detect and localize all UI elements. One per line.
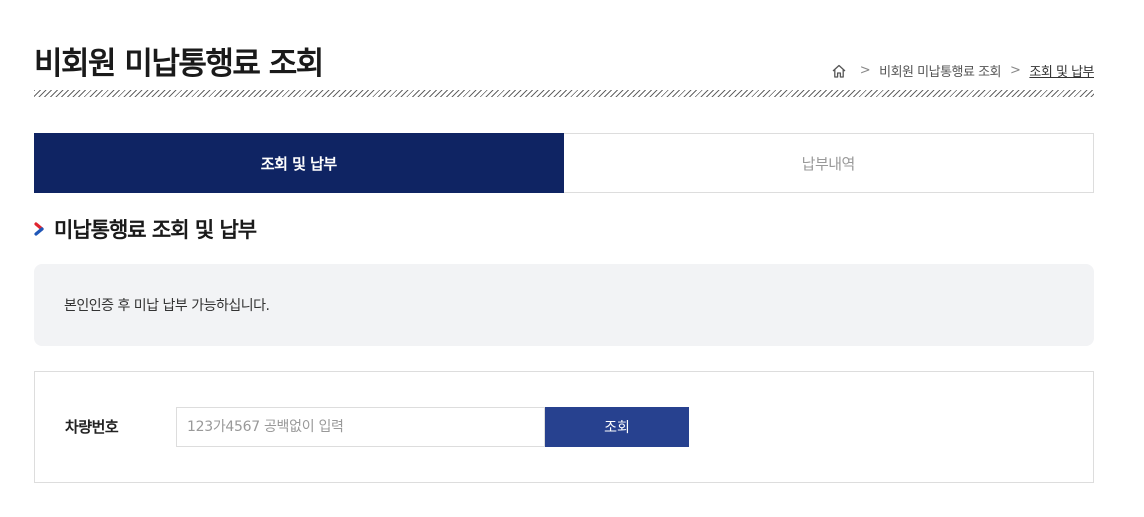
breadcrumb-item-current[interactable]: 조회 및 납부 bbox=[1029, 61, 1094, 80]
plate-number-input[interactable] bbox=[176, 407, 545, 447]
search-button[interactable]: 조회 bbox=[545, 407, 689, 447]
section-title: 미납통행료 조회 및 납부 bbox=[54, 218, 257, 242]
search-form: 차량번호 조회 bbox=[34, 371, 1094, 483]
home-icon[interactable] bbox=[831, 63, 847, 79]
tab-bar: 조회 및 납부 납부내역 bbox=[34, 133, 1094, 193]
section-heading: 미납통행료 조회 및 납부 bbox=[34, 214, 257, 244]
breadcrumb: > 비회원 미납통행료 조회 > 조회 및 납부 bbox=[831, 61, 1094, 80]
title-divider bbox=[34, 90, 1094, 97]
breadcrumb-separator-icon: > bbox=[859, 63, 871, 78]
notice-box: 본인인증 후 미납 납부 가능하십니다. bbox=[34, 264, 1094, 346]
plate-number-label: 차량번호 bbox=[65, 418, 119, 436]
breadcrumb-item-unpaid-toll[interactable]: 비회원 미납통행료 조회 bbox=[879, 61, 1001, 80]
chevron-right-icon bbox=[34, 222, 44, 236]
notice-text: 본인인증 후 미납 납부 가능하십니다. bbox=[64, 298, 270, 314]
page-title: 비회원 미납통행료 조회 bbox=[34, 46, 324, 82]
breadcrumb-separator-icon: > bbox=[1010, 63, 1021, 78]
tab-payment-history[interactable]: 납부내역 bbox=[563, 133, 1094, 193]
tab-inquiry-payment[interactable]: 조회 및 납부 bbox=[34, 133, 564, 193]
